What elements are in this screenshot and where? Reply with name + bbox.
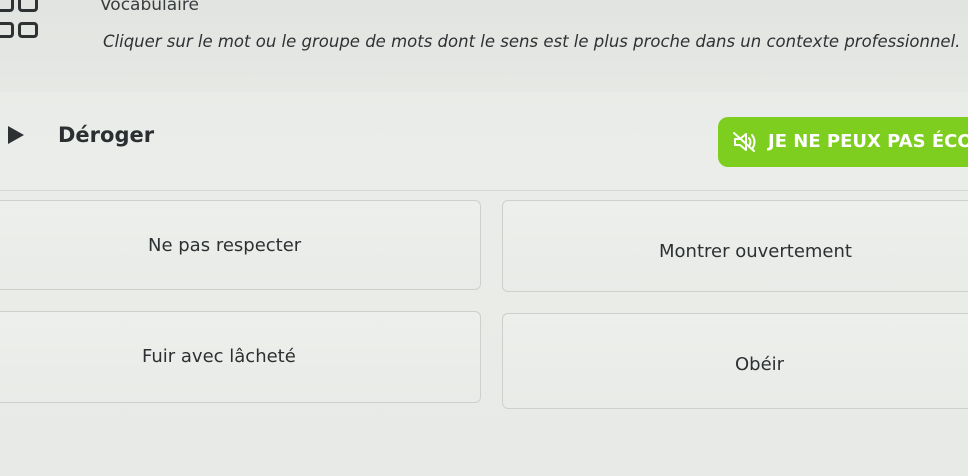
speaker-muted-icon bbox=[733, 132, 756, 152]
answer-option-montrer-ouvertement[interactable]: Montrer ouvertement bbox=[502, 200, 968, 292]
instruction-text: Cliquer sur le mot ou le groupe de mots … bbox=[103, 32, 961, 51]
question-word: Déroger bbox=[58, 123, 155, 147]
play-icon[interactable] bbox=[8, 126, 24, 144]
grid-cell bbox=[0, 22, 14, 38]
answer-option-label: Ne pas respecter bbox=[148, 235, 302, 256]
answer-option-label: Fuir avec lâcheté bbox=[142, 346, 296, 367]
grid-icon[interactable] bbox=[0, 0, 50, 46]
answer-option-fuir-avec-lachete[interactable]: Fuir avec lâcheté bbox=[0, 311, 481, 403]
answer-option-ne-pas-respecter[interactable]: Ne pas respecter bbox=[0, 200, 481, 290]
header: Vocabulaire Cliquer sur le mot ou le gro… bbox=[0, 0, 968, 92]
cant-listen-button[interactable]: JE NE PEUX PAS ÉCOUTER bbox=[718, 117, 968, 167]
page: Vocabulaire Cliquer sur le mot ou le gro… bbox=[0, 0, 968, 476]
grid-cell bbox=[0, 0, 14, 12]
module-title: Vocabulaire bbox=[100, 0, 199, 15]
grid-cell bbox=[18, 22, 38, 38]
answer-option-label: Obéir bbox=[735, 354, 785, 375]
answer-option-obeir[interactable]: Obéir bbox=[502, 313, 968, 409]
cant-listen-label: JE NE PEUX PAS ÉCOUTER bbox=[768, 131, 968, 152]
grid-cell bbox=[18, 0, 38, 12]
answer-option-label: Montrer ouvertement bbox=[659, 241, 852, 262]
divider bbox=[0, 190, 968, 191]
